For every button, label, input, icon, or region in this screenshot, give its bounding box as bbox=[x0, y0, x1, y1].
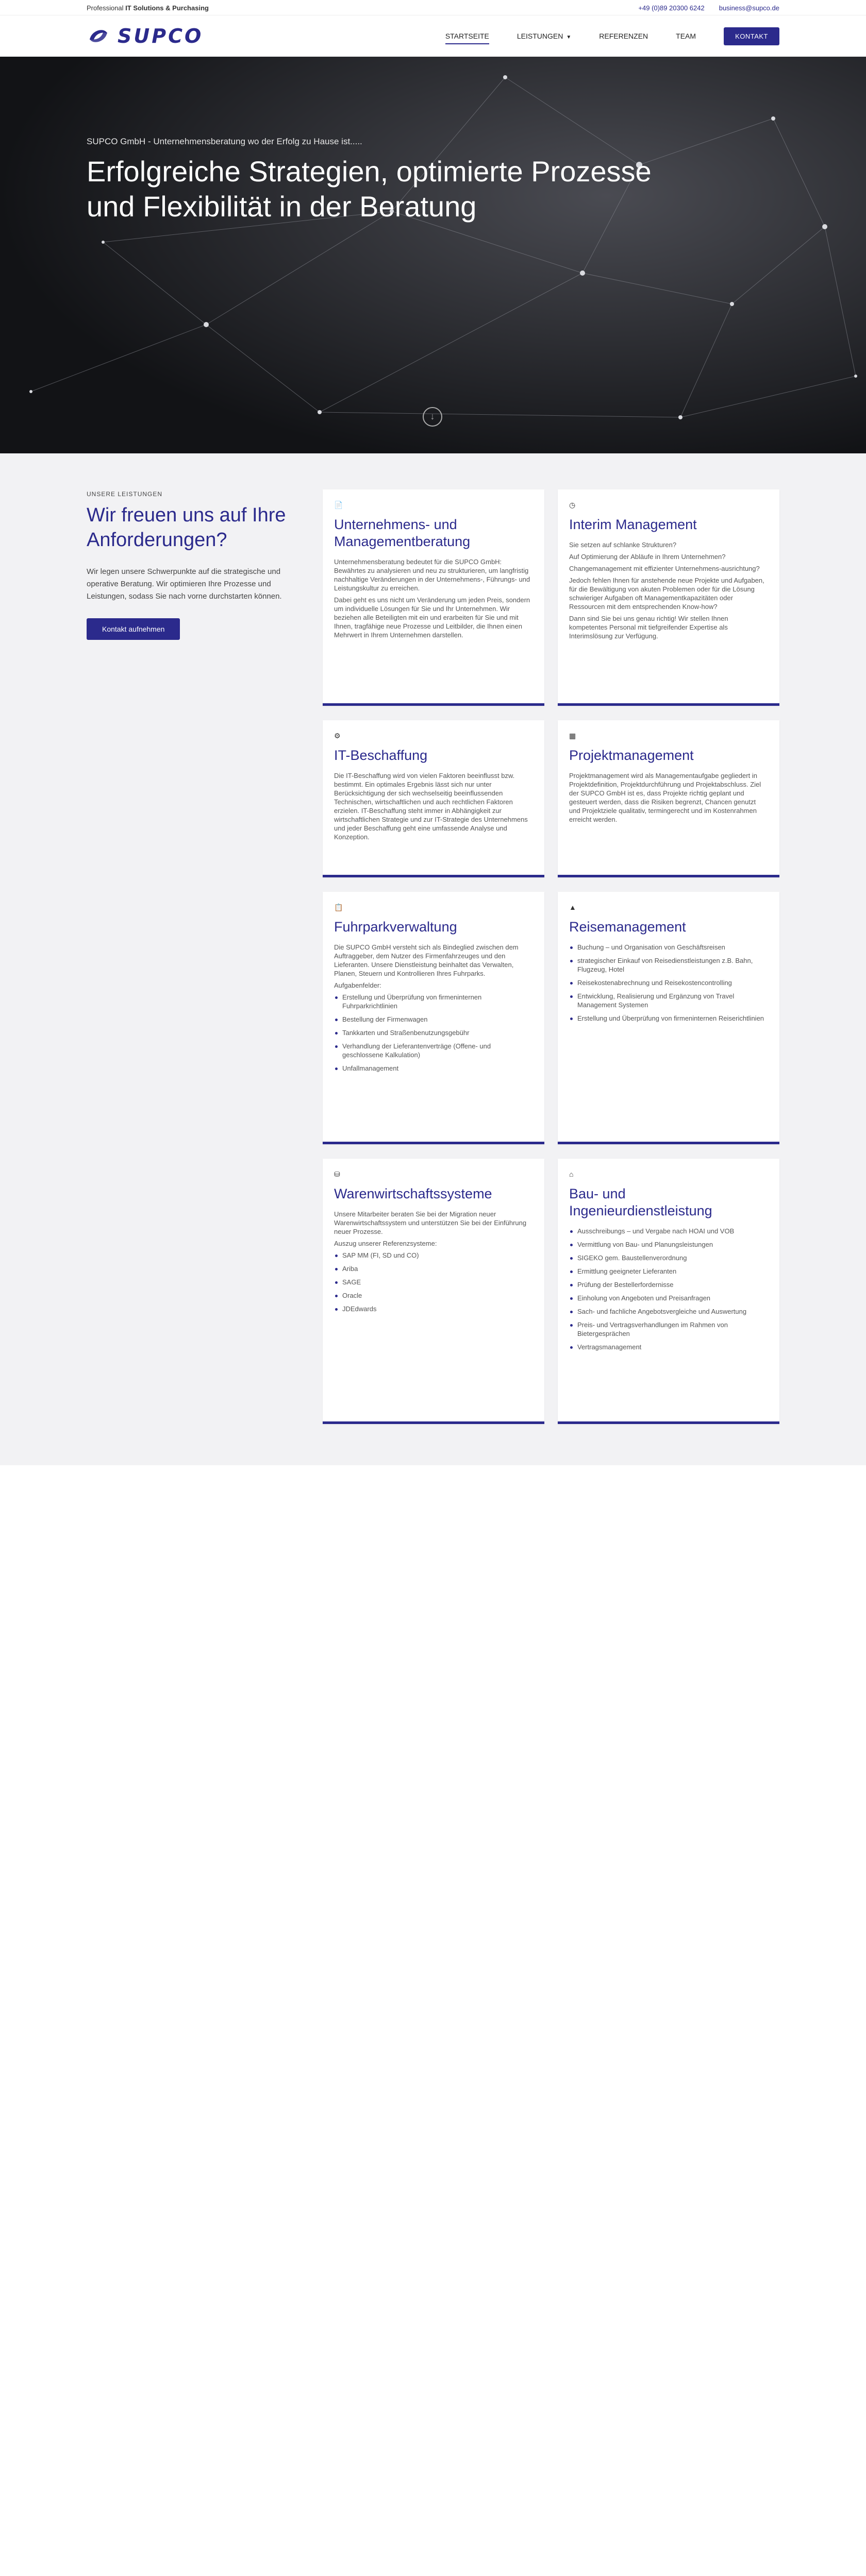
services-title: Wir freuen uns auf Ihre Anforderungen? bbox=[87, 504, 286, 551]
card-text: Dabei geht es uns nicht um Veränderung u… bbox=[334, 596, 530, 639]
box-icon: ▦ bbox=[569, 732, 576, 740]
clock-icon: ◷ bbox=[569, 501, 576, 509]
list-item: SIGEKO gem. Baustellenverordnung bbox=[569, 1253, 768, 1262]
card-text: Changemanagement mit effizienter Unterne… bbox=[569, 565, 760, 572]
service-card-projektmanagement[interactable]: ▦ Projektmanagement Projektmanagement wi… bbox=[558, 720, 779, 877]
card-text: Aufgabenfelder: bbox=[334, 981, 381, 989]
service-card-reisemanagement[interactable]: ▲ Reisemanagement Buchung – und Organisa… bbox=[558, 892, 779, 1144]
nav-item-team[interactable]: TEAM bbox=[676, 29, 696, 43]
card-title: IT-Beschaffung bbox=[334, 748, 428, 763]
service-card-bau-ingenieurdienstleistung[interactable]: ⌂ Bau- und Ingenieurdienstleistung Aussc… bbox=[558, 1159, 779, 1424]
card-text: Auszug unserer Referenzsysteme: bbox=[334, 1240, 437, 1247]
hero-pretitle: SUPCO GmbH - Unternehmensberatung wo der… bbox=[87, 137, 362, 146]
list-item: strategischer Einkauf von Reisedienstlei… bbox=[569, 956, 768, 974]
card-title: Unternehmens- und Managementberatung bbox=[334, 517, 471, 549]
nav-item-leistungen[interactable]: LEISTUNGEN ▼ bbox=[517, 29, 571, 43]
logo-wordmark: SUPCO bbox=[118, 25, 204, 47]
nav-kontakt-button[interactable]: KONTAKT bbox=[724, 27, 779, 45]
warning-triangle-icon: ▲ bbox=[569, 903, 576, 911]
list-item: Verhandlung der Lieferantenverträge (Off… bbox=[334, 1042, 533, 1059]
card-title: Reisemanagement bbox=[569, 919, 686, 935]
chevron-down-icon: ▼ bbox=[566, 35, 572, 40]
service-card-interim-management[interactable]: ◷ Interim Management Sie setzen auf schl… bbox=[558, 489, 779, 706]
card-text: Die IT-Beschaffung wird von vielen Fakto… bbox=[334, 772, 528, 841]
service-card-fuhrparkverwaltung[interactable]: 📋 Fuhrparkverwaltung Die SUPCO GmbH vers… bbox=[323, 892, 544, 1144]
services-eyebrow: UNSERE LEISTUNGEN bbox=[87, 490, 163, 498]
service-card-unternehmensberatung[interactable]: 📄 Unternehmens- und Managementberatung U… bbox=[323, 489, 544, 706]
list-item: Erstellung und Überprüfung von firmenint… bbox=[334, 993, 533, 1010]
list-item: Buchung – und Organisation von Geschäfts… bbox=[569, 943, 768, 952]
card-text: Projektmanagement wird als Managementauf… bbox=[569, 772, 761, 823]
list-item: Ausschreibungs – und Vergabe nach HOAI u… bbox=[569, 1227, 768, 1235]
card-title: Interim Management bbox=[569, 517, 697, 532]
list-item: Vermittlung von Bau- und Planungsleistun… bbox=[569, 1240, 768, 1249]
list-item: Preis- und Vertragsverhandlungen im Rahm… bbox=[569, 1320, 768, 1338]
services-section: UNSERE LEISTUNGEN Wir freuen uns auf Ihr… bbox=[0, 453, 866, 1465]
card-text: Jedoch fehlen Ihnen für anstehende neue … bbox=[569, 577, 764, 611]
main-navigation: SUPCO STARTSEITE LEISTUNGEN ▼ REFERENZEN … bbox=[0, 15, 866, 57]
card-text: Die SUPCO GmbH versteht sich als Bindegl… bbox=[334, 943, 519, 977]
list-item: Oracle bbox=[334, 1291, 533, 1300]
card-title: Warenwirtschaftssysteme bbox=[334, 1186, 492, 1201]
supco-logo[interactable]: SUPCO bbox=[87, 24, 203, 48]
list-item: Unfallmanagement bbox=[334, 1064, 533, 1073]
hero-banner: SUPCO GmbH - Unternehmensberatung wo der… bbox=[0, 57, 866, 453]
card-text: Unsere Mitarbeiter beraten Sie bei der M… bbox=[334, 1210, 527, 1235]
card-title: Bau- und Ingenieurdienstleistung bbox=[569, 1186, 712, 1218]
list-item: Ermittlung geeigneter Lieferanten bbox=[569, 1267, 768, 1276]
card-text: Auf Optimierung der Abläufe in Ihrem Unt… bbox=[569, 553, 726, 561]
kontakt-aufnehmen-button[interactable]: Kontakt aufnehmen bbox=[87, 618, 180, 640]
list-item: Entwicklung, Realisierung und Ergänzung … bbox=[569, 992, 768, 1009]
list-item: Tankkarten und Straßenbenutzungsgebühr bbox=[334, 1028, 533, 1037]
list-item: JDEdwards bbox=[334, 1304, 533, 1313]
network-icon: ⚙ bbox=[334, 732, 341, 740]
list-item: Prüfung der Bestellerfordernisse bbox=[569, 1280, 768, 1289]
database-icon: ⛁ bbox=[334, 1170, 340, 1178]
card-text: Dann sind Sie bei uns genau richtig! Wir… bbox=[569, 615, 728, 640]
card-text: Sie setzen auf schlanke Strukturen? bbox=[569, 541, 677, 549]
house-icon: ⌂ bbox=[569, 1170, 574, 1178]
hero-title: Erfolgreiche Strategien, optimierte Proz… bbox=[87, 155, 652, 223]
scroll-down-icon[interactable]: ↓ bbox=[423, 407, 442, 427]
topbar-phone-link[interactable]: +49 (0)89 20300 6242 bbox=[638, 4, 704, 12]
network-background bbox=[0, 57, 866, 453]
card-title: Fuhrparkverwaltung bbox=[334, 919, 457, 935]
list-item: Einholung von Angeboten und Preisanfrage… bbox=[569, 1294, 768, 1302]
list-item: Erstellung und Überprüfung von firmenint… bbox=[569, 1014, 768, 1023]
list-item: Ariba bbox=[334, 1264, 533, 1273]
list-item: SAP MM (FI, SD und CO) bbox=[334, 1251, 533, 1260]
list-item: Bestellung der Firmenwagen bbox=[334, 1015, 533, 1024]
list-item: Vertragsmanagement bbox=[569, 1343, 768, 1351]
service-card-it-beschaffung[interactable]: ⚙ IT-Beschaffung Die IT-Beschaffung wird… bbox=[323, 720, 544, 877]
list-item: Reisekostenabrechnung und Reisekostencon… bbox=[569, 978, 768, 987]
logo-mark-icon bbox=[90, 30, 107, 42]
document-icon: 📄 bbox=[334, 501, 343, 509]
tagline: Professional IT Solutions & Purchasing bbox=[87, 4, 209, 12]
list-item: Sach- und fachliche Angebotsvergleiche u… bbox=[569, 1307, 768, 1316]
list-item: SAGE bbox=[334, 1278, 533, 1286]
nav-item-startseite[interactable]: STARTSEITE bbox=[445, 29, 489, 44]
service-card-warenwirtschaftssysteme[interactable]: ⛁ Warenwirtschaftssysteme Unsere Mitarbe… bbox=[323, 1159, 544, 1424]
topbar-email-link[interactable]: business@supco.de bbox=[719, 4, 779, 12]
services-text: Wir legen unsere Schwerpunkte auf die st… bbox=[87, 567, 282, 601]
clipboard-icon: 📋 bbox=[334, 903, 343, 911]
card-text: Unternehmensberatung bedeutet für die SU… bbox=[334, 558, 530, 592]
topbar: Professional IT Solutions & Purchasing +… bbox=[0, 0, 866, 15]
nav-item-referenzen[interactable]: REFERENZEN bbox=[599, 29, 648, 43]
card-title: Projektmanagement bbox=[569, 748, 694, 763]
